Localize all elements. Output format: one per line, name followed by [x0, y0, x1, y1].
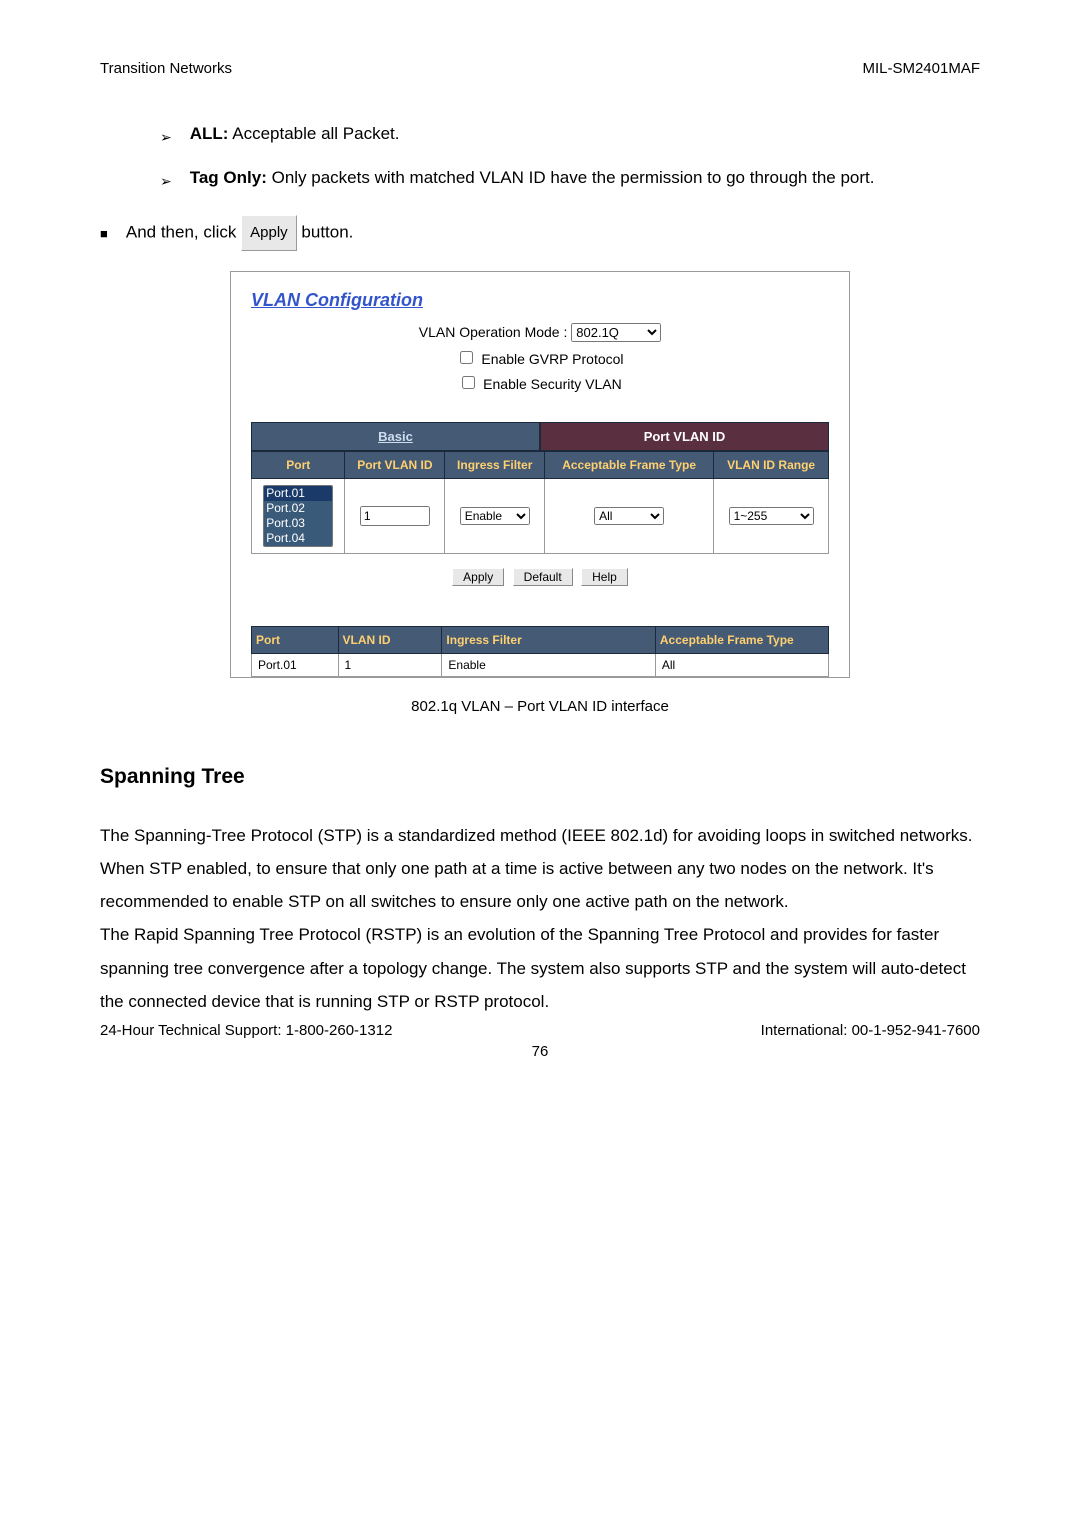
- page-number: 76: [100, 1043, 980, 1060]
- th-accept: Acceptable Frame Type: [545, 452, 714, 479]
- security-checkbox[interactable]: [462, 376, 475, 389]
- vlan-title: VLAN Configuration: [251, 290, 829, 311]
- page-header: Transition Networks MIL-SM2401MAF: [100, 60, 980, 77]
- bullet-list: ➢ ALL: Acceptable all Packet. ➢ Tag Only…: [160, 117, 980, 195]
- gvrp-checkbox[interactable]: [460, 351, 473, 364]
- bullet-tagonly-text: Tag Only: Only packets with matched VLAN…: [190, 161, 980, 195]
- th-port: Port: [252, 452, 345, 479]
- th-pvid: Port VLAN ID: [345, 452, 445, 479]
- gvrp-row: Enable GVRP Protocol: [251, 348, 829, 367]
- bullet-all-text: ALL: Acceptable all Packet.: [190, 117, 980, 151]
- apply-button-inline[interactable]: Apply: [241, 215, 297, 251]
- header-left: Transition Networks: [100, 60, 232, 77]
- accept-select[interactable]: All: [594, 507, 664, 525]
- rth-accept: Acceptable Frame Type: [655, 627, 828, 654]
- config-table: Port Port VLAN ID Ingress Filter Accepta…: [251, 451, 829, 554]
- bullet-andthen-text: And then, click Apply button.: [126, 215, 980, 251]
- op-mode-row: VLAN Operation Mode : 802.1Q: [251, 323, 829, 342]
- header-right: MIL-SM2401MAF: [862, 60, 980, 77]
- bullet-andthen: ■ And then, click Apply button.: [100, 215, 980, 251]
- r-ingress: Enable: [442, 654, 655, 677]
- rth-vlanid: VLAN ID: [338, 627, 442, 654]
- bullet-tagonly: ➢ Tag Only: Only packets with matched VL…: [160, 161, 980, 195]
- default-button[interactable]: Default: [513, 568, 573, 586]
- pvid-input[interactable]: [360, 506, 430, 526]
- apply-button[interactable]: Apply: [452, 568, 504, 586]
- figure-caption: 802.1q VLAN – Port VLAN ID interface: [100, 698, 980, 715]
- button-row: Apply Default Help: [251, 554, 829, 626]
- bullet-all: ➢ ALL: Acceptable all Packet.: [160, 117, 980, 151]
- arrow-icon: ➢: [160, 167, 172, 195]
- tab-row: Basic Port VLAN ID: [251, 422, 829, 451]
- gvrp-label: Enable GVRP Protocol: [481, 351, 623, 367]
- body-text: The Spanning-Tree Protocol (STP) is a st…: [100, 819, 980, 1018]
- op-mode-select[interactable]: 802.1Q: [571, 323, 661, 342]
- security-label: Enable Security VLAN: [483, 376, 622, 392]
- ingress-select[interactable]: Enable: [460, 507, 530, 525]
- range-select[interactable]: 1~255: [729, 507, 814, 525]
- vlan-screenshot: VLAN Configuration VLAN Operation Mode :…: [230, 271, 850, 678]
- page-footer: 24-Hour Technical Support: 1-800-260-131…: [100, 1022, 980, 1039]
- square-icon: ■: [100, 221, 108, 247]
- security-row: Enable Security VLAN: [251, 373, 829, 392]
- r-vlanid: 1: [338, 654, 442, 677]
- footer-right: International: 00-1-952-941-7600: [761, 1022, 980, 1039]
- arrow-icon: ➢: [160, 123, 172, 151]
- footer-left: 24-Hour Technical Support: 1-800-260-131…: [100, 1022, 392, 1039]
- section-title: Spanning Tree: [100, 765, 980, 789]
- tab-basic[interactable]: Basic: [251, 422, 540, 451]
- th-ingress: Ingress Filter: [445, 452, 545, 479]
- port-listbox[interactable]: Port.01 Port.02 Port.03 Port.04: [263, 485, 333, 547]
- result-table: Port VLAN ID Ingress Filter Acceptable F…: [251, 626, 829, 677]
- config-row: Port.01 Port.02 Port.03 Port.04 Enable A…: [252, 479, 829, 554]
- tab-portvlan[interactable]: Port VLAN ID: [540, 422, 829, 451]
- help-button[interactable]: Help: [581, 568, 628, 586]
- rth-ingress: Ingress Filter: [442, 627, 655, 654]
- op-mode-label: VLAN Operation Mode :: [419, 324, 568, 340]
- th-range: VLAN ID Range: [714, 452, 829, 479]
- rth-port: Port: [252, 627, 339, 654]
- r-accept: All: [655, 654, 828, 677]
- r-port: Port.01: [252, 654, 339, 677]
- result-row: Port.01 1 Enable All: [252, 654, 829, 677]
